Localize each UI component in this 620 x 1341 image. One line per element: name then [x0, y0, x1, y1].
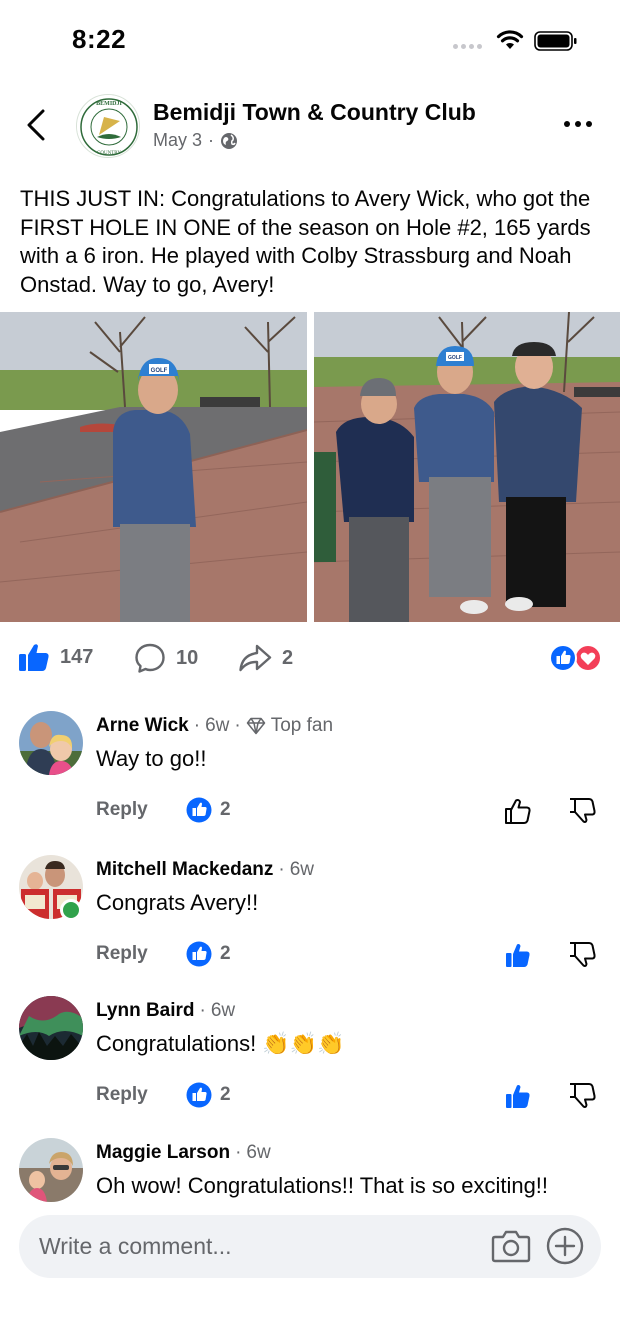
- comment-item: Mitchell Mackedanz · 6w Congrats Avery!!…: [0, 855, 620, 975]
- comment-count: 10: [176, 646, 199, 669]
- comment-text: Congratulations! 👏👏👏: [96, 1031, 345, 1056]
- reply-button[interactable]: Reply: [96, 943, 148, 965]
- comment-age: 6w: [246, 1142, 271, 1163]
- back-icon[interactable]: [24, 108, 48, 142]
- cellular-signal-icon: [453, 44, 482, 49]
- svg-text:BEMIDJI: BEMIDJI: [96, 101, 122, 107]
- svg-text:COUNTRY: COUNTRY: [97, 151, 121, 156]
- post-author-name[interactable]: Bemidji Town & Country Club: [153, 99, 476, 126]
- commenter-name[interactable]: Arne Wick: [96, 715, 189, 737]
- comment-like-count[interactable]: 2: [186, 941, 231, 967]
- comment-composer-area: [0, 1203, 620, 1341]
- battery-icon: [534, 31, 577, 51]
- cap-logo-text-right: GOLF: [448, 355, 462, 361]
- commenter-name[interactable]: Mitchell Mackedanz: [96, 859, 273, 881]
- post-header: BEMIDJI COUNTRY Bemidji Town & Country C…: [0, 86, 620, 166]
- comment-like-count[interactable]: 2: [186, 797, 231, 823]
- commenter-avatar[interactable]: [19, 711, 83, 775]
- reaction-summary[interactable]: [549, 644, 603, 672]
- like-reaction-icon: [549, 644, 577, 672]
- reaction-bar: 147 10 2: [0, 636, 620, 680]
- plus-icon[interactable]: [546, 1227, 584, 1265]
- share-count: 2: [282, 646, 294, 669]
- comment-header: Maggie Larson · 6w: [96, 1142, 271, 1164]
- comment-header: Lynn Baird · 6w: [96, 1000, 236, 1022]
- comment-header: Arne Wick · 6w · Top fan: [96, 715, 334, 737]
- love-reaction-icon: [574, 644, 602, 672]
- comment-item: Arne Wick · 6w · Top fan Way to go!! Rep…: [0, 711, 620, 831]
- comment-item: Maggie Larson · 6w Oh wow! Congratulatio…: [0, 1138, 620, 1204]
- comment-button[interactable]: 10: [134, 642, 198, 674]
- thumbs-down-icon[interactable]: [569, 941, 597, 969]
- status-time: 8:22: [72, 24, 127, 54]
- status-bar: 8:22: [0, 0, 620, 80]
- share-button[interactable]: 2: [238, 642, 293, 674]
- thumbs-up-icon[interactable]: [504, 941, 532, 969]
- like-icon: [19, 644, 49, 671]
- like-reaction-icon: [186, 1082, 212, 1108]
- like-count: 147: [60, 645, 94, 668]
- post-meta: May 3 ·: [153, 130, 238, 151]
- thumbs-up-icon[interactable]: [504, 1082, 532, 1110]
- like-button[interactable]: 147: [18, 642, 93, 672]
- camera-icon[interactable]: [491, 1228, 531, 1264]
- globe-icon: [221, 132, 238, 149]
- comment-header: Mitchell Mackedanz · 6w: [96, 859, 315, 881]
- share-icon: [239, 644, 272, 672]
- comment-text: Oh wow! Congratulations!! That is so exc…: [96, 1173, 549, 1198]
- like-reaction-icon: [186, 941, 212, 967]
- comment-age: 6w: [205, 715, 230, 736]
- commenter-avatar[interactable]: [19, 996, 83, 1060]
- cap-logo-text-left: GOLF: [151, 368, 168, 374]
- thumbs-down-icon[interactable]: [569, 1082, 597, 1110]
- comment-actions: Reply 2: [96, 797, 606, 827]
- meta-separator: ·: [208, 130, 215, 150]
- comment-icon: [135, 643, 165, 673]
- commenter-name[interactable]: Lynn Baird: [96, 1000, 195, 1022]
- online-status-indicator: [60, 899, 82, 921]
- comment-item: Lynn Baird · 6w Congratulations! 👏👏👏 Rep…: [0, 996, 620, 1116]
- reply-button[interactable]: Reply: [96, 799, 148, 821]
- post-date[interactable]: May 3: [153, 130, 202, 151]
- thumbs-up-icon[interactable]: [504, 797, 532, 825]
- top-fan-badge: Top fan: [270, 715, 334, 736]
- reply-button[interactable]: Reply: [96, 1084, 148, 1106]
- comment-like-count[interactable]: 2: [186, 1082, 231, 1108]
- more-options-icon[interactable]: [564, 121, 592, 127]
- post-photo-left[interactable]: GOLF: [0, 312, 307, 622]
- commenter-name[interactable]: Maggie Larson: [96, 1142, 230, 1164]
- comment-actions: Reply 2: [96, 941, 606, 971]
- thumbs-down-icon[interactable]: [569, 797, 597, 825]
- comment-text: Way to go!!: [96, 746, 207, 771]
- commenter-avatar[interactable]: [19, 1138, 83, 1202]
- club-logo-avatar[interactable]: BEMIDJI COUNTRY: [76, 94, 140, 158]
- post-text: THIS JUST IN: Congratulations to Avery W…: [20, 186, 591, 297]
- diamond-icon: [246, 717, 265, 735]
- comment-text: Congrats Avery!!: [96, 890, 259, 915]
- wifi-icon: [496, 30, 524, 49]
- post-photo-right[interactable]: GOLF: [314, 312, 620, 622]
- comment-input[interactable]: [39, 1215, 479, 1278]
- comment-age: 6w: [210, 1000, 236, 1021]
- comment-composer: [19, 1215, 601, 1278]
- like-reaction-icon: [186, 797, 212, 823]
- comment-actions: Reply 2: [96, 1082, 606, 1112]
- comment-age: 6w: [289, 859, 315, 880]
